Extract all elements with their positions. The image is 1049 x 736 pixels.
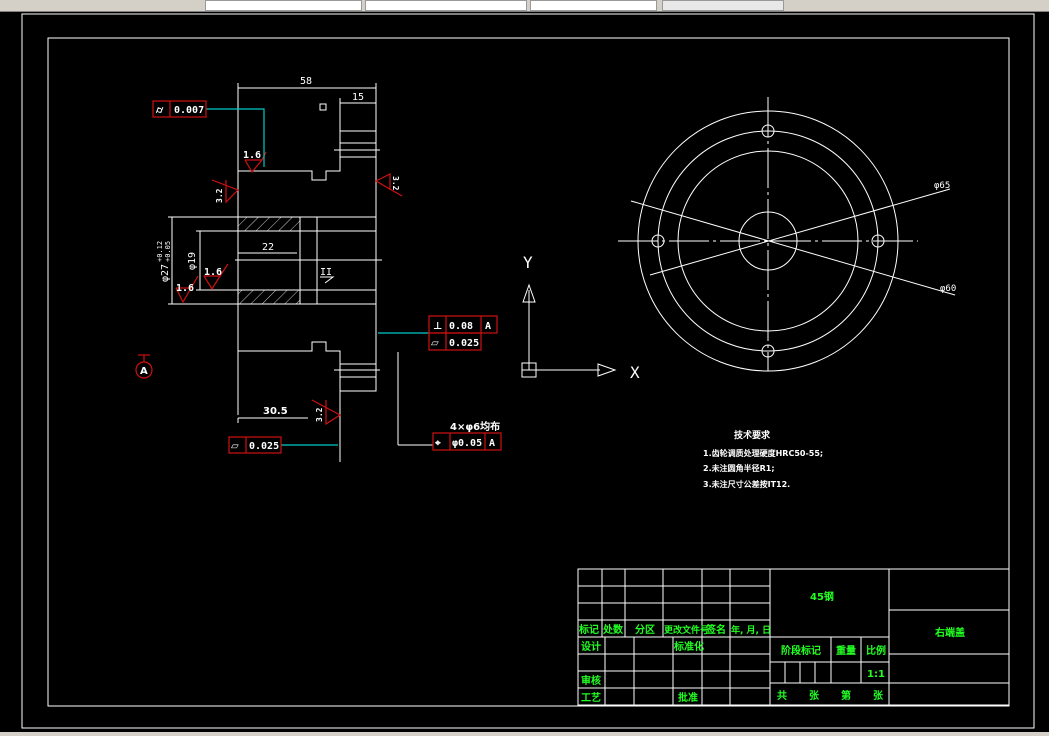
svg-text:0.025: 0.025 (249, 441, 279, 452)
dim-hub-length: 30.5 (263, 406, 288, 417)
dim-flange-width: 15 (352, 92, 364, 103)
svg-text:A: A (485, 321, 491, 332)
part-name: 右端盖 (934, 626, 965, 639)
svg-text:设计: 设计 (581, 640, 601, 653)
dim-d2: φ60 (940, 284, 956, 294)
svg-text:分区: 分区 (635, 623, 655, 636)
hole-note: 4×φ6均布 (450, 420, 500, 433)
end-view: φ65 φ60 (618, 97, 956, 372)
taskbar-tab[interactable] (365, 0, 527, 11)
cad-drawing-canvas[interactable]: 58 15 22 30.5 φ19 φ27 +0.12 +0.05 II 1.6… (0, 12, 1049, 732)
drawing-border (47, 37, 1010, 707)
taskbar-tab[interactable] (205, 0, 362, 11)
svg-text:2.未注圆角半径R1;: 2.未注圆角半径R1; (703, 463, 775, 473)
svg-text:0.007: 0.007 (174, 105, 204, 116)
svg-text:0.025: 0.025 (449, 338, 479, 349)
svg-text:标准化: 标准化 (673, 640, 704, 653)
svg-text:A: A (489, 438, 495, 449)
section-label: II (320, 267, 332, 278)
ucs-icon: Y X (521, 253, 640, 382)
status-bar (0, 732, 1049, 736)
svg-text:张: 张 (809, 689, 820, 702)
roughness-2: 1.6 (204, 267, 222, 278)
roughness-3: 1.6 (176, 283, 194, 294)
roughness-5: 3.2 (391, 176, 400, 191)
svg-text:处数: 处数 (602, 623, 624, 636)
cylindricity-icon: ⌭ (155, 105, 164, 116)
svg-text:1.齿轮调质处理硬度HRC50-55;: 1.齿轮调质处理硬度HRC50-55; (703, 448, 823, 458)
taskbar-tab[interactable] (662, 0, 784, 11)
tolerance-frame-perpendicularity[interactable]: ⊥ 0.08 A (428, 315, 498, 334)
roughness-1: 1.6 (243, 150, 261, 161)
svg-text:比例: 比例 (866, 644, 886, 657)
svg-text:技术要求: 技术要求 (734, 429, 771, 441)
dim-bore-depth: 22 (262, 242, 274, 253)
tech-requirements: 技术要求 1.齿轮调质处理硬度HRC50-55; 2.未注圆角半径R1; 3.未… (703, 429, 823, 489)
datum-a-label: A (140, 366, 148, 377)
svg-text:3.未注尺寸公差按IT12.: 3.未注尺寸公差按IT12. (703, 479, 790, 489)
section-view: 58 15 22 30.5 φ19 φ27 +0.12 +0.05 II 1.6… (135, 76, 433, 462)
dim-outer-dia-tol-lower: +0.05 (164, 241, 172, 262)
dim-outer-dia: φ27 (160, 264, 171, 282)
ucs-y-label: Y (523, 253, 533, 272)
tolerance-frame-position[interactable]: ⌖ φ0.05 A (432, 432, 502, 451)
tolerance-frame-flatness[interactable]: ▱ 0.025 (428, 332, 482, 351)
dim-d1: φ65 (934, 181, 950, 191)
svg-text:签名: 签名 (705, 623, 726, 636)
dim-bore-dia: φ19 (187, 252, 198, 270)
flatness-icon: ▱ (231, 441, 239, 452)
taskbar-tab[interactable] (530, 0, 657, 11)
svg-text:共: 共 (777, 689, 787, 702)
svg-text:0.08: 0.08 (449, 321, 473, 332)
svg-text:重量: 重量 (836, 644, 856, 657)
tolerance-frame-cylindricity[interactable]: ⌭ 0.007 (152, 100, 207, 118)
svg-text:年, 月, 日: 年, 月, 日 (731, 624, 771, 636)
svg-text:更改文件号: 更改文件号 (664, 624, 709, 636)
svg-text:第: 第 (841, 689, 851, 702)
scale-value: 1:1 (867, 669, 885, 680)
position-icon: ⌖ (434, 438, 441, 449)
svg-text:张: 张 (873, 689, 884, 702)
title-block: 45钢 右端盖 标记 处数 分区 更改文件号 签名 年, 月, 日 设计 标准化… (577, 568, 1010, 706)
ucs-x-label: X (630, 363, 640, 382)
roughness-4: 3.2 (215, 188, 224, 203)
svg-text:审核: 审核 (581, 674, 601, 687)
material: 45钢 (810, 590, 834, 603)
svg-text:阶段标记: 阶段标记 (781, 644, 821, 657)
tolerance-frame-flatness-2[interactable]: ▱ 0.025 (228, 436, 282, 454)
flatness-icon: ▱ (431, 338, 439, 349)
svg-text:标记: 标记 (578, 623, 599, 636)
taskbar (0, 0, 1049, 12)
svg-text:工艺: 工艺 (581, 691, 601, 704)
perpendicularity-icon: ⊥ (433, 321, 442, 332)
outer-frame (21, 13, 1035, 729)
dim-outer-dia-tol-upper: +0.12 (156, 241, 164, 262)
svg-text:批准: 批准 (678, 691, 698, 704)
dim-overall-length: 58 (300, 76, 312, 87)
roughness-6: 3.2 (315, 407, 324, 422)
svg-text:φ0.05: φ0.05 (452, 438, 482, 449)
